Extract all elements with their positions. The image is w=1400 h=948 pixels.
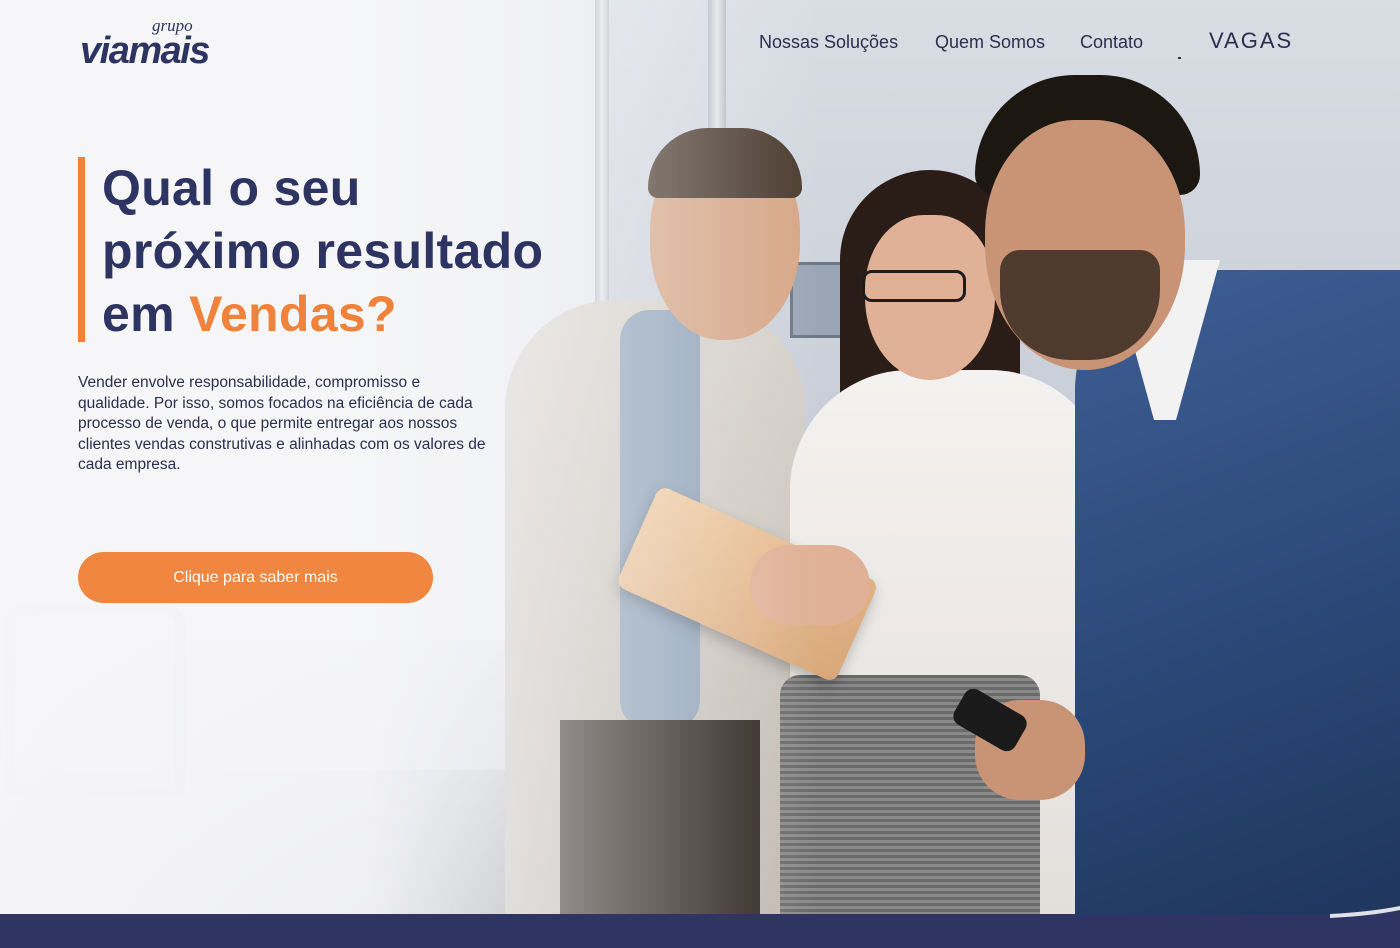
footer-wave-shape <box>0 906 1400 948</box>
footer-wave <box>0 906 1400 948</box>
headline-line-3: em Vendas? <box>102 283 622 346</box>
nav-divider <box>1178 57 1181 59</box>
person-right-suit <box>1075 270 1400 920</box>
glasses <box>862 270 966 302</box>
nav-item-quem-somos[interactable]: Quem Somos <box>935 32 1045 53</box>
hero-description: Vender envolve responsabilidade, comprom… <box>78 374 486 473</box>
landing-page: grupo viamais Nossas Soluções Quem Somos… <box>0 0 1400 948</box>
headline-line-2: próximo resultado <box>102 223 544 279</box>
nav-item-contato[interactable]: Contato <box>1080 32 1143 53</box>
nav-item-vagas[interactable]: VAGAS <box>1209 28 1293 54</box>
hero-headline: Qual o seu próximo resultado em Vendas? <box>102 157 622 346</box>
nav-item-solucoes[interactable]: Nossas Soluções <box>759 32 898 53</box>
main-nav: Nossas Soluções Quem Somos Contato VAGAS <box>0 28 1400 62</box>
headline-line-1: Qual o seu <box>102 160 361 216</box>
headline-accent-bar <box>78 157 85 342</box>
headline-line-3-prefix: em <box>102 286 190 342</box>
headline-highlight: Vendas? <box>189 286 397 342</box>
learn-more-button[interactable]: Clique para saber mais <box>78 552 433 603</box>
